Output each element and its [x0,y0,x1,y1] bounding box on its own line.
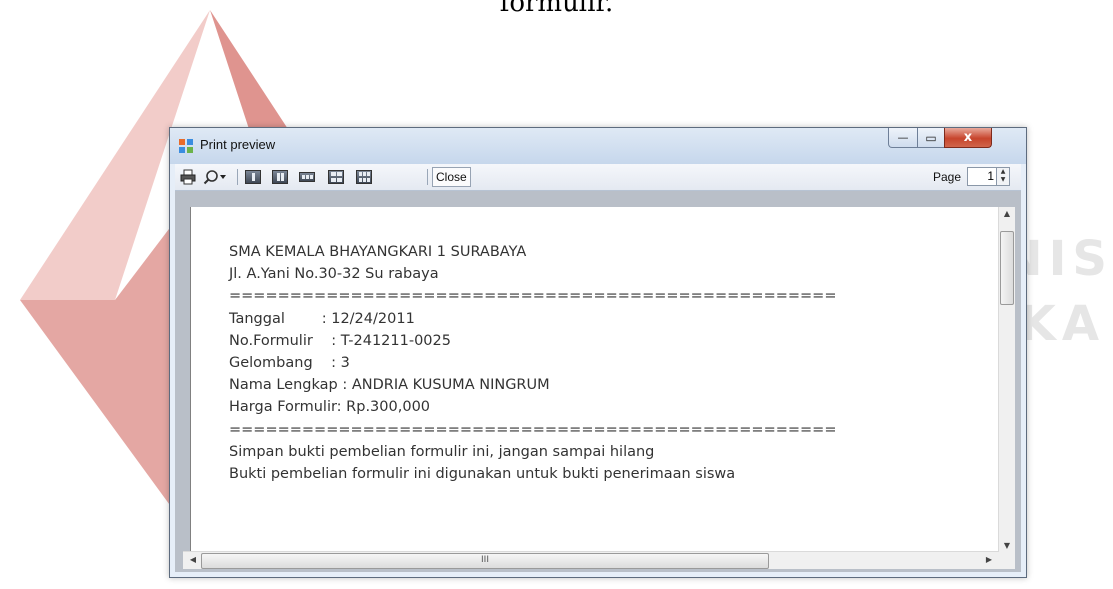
resize-grip[interactable] [999,552,1015,569]
toolbar-separator [237,169,238,185]
preview-page: SMA KEMALA BHAYANGKARI 1 SURABAYA Jl. A.Y… [190,207,999,552]
four-pages-button[interactable] [326,168,346,186]
toolbar: Close Page 1 ▲ ▼ [175,164,1021,191]
two-pages-button[interactable] [270,168,290,186]
vertical-scrollbar[interactable]: ▲ ▼ [998,207,1015,552]
three-pages-button[interactable] [297,168,317,186]
four-pages-icon [328,170,344,184]
minimize-button[interactable]: — [888,128,918,148]
receipt-no-formulir: No.Formulir : T-241211-0025 [229,332,451,349]
page-spinner[interactable]: ▲ ▼ [997,167,1010,186]
receipt-divider: ========================================… [229,288,837,305]
vertical-scroll-thumb[interactable] [1000,231,1014,305]
horizontal-scrollbar[interactable]: ◀ III ▶ [183,551,999,569]
one-page-button[interactable] [243,168,263,186]
receipt-harga: Harga Formulir: Rp.300,000 [229,399,431,416]
receipt-address: Jl. A.Yani No.30-32 Su rabaya [229,266,439,283]
printer-icon [180,169,196,185]
scroll-down-icon[interactable]: ▼ [999,541,1015,550]
print-preview-app-icon [179,139,193,153]
three-pages-icon [299,172,315,182]
maximize-button[interactable]: ▭ [917,128,945,148]
receipt-divider: ========================================… [229,421,837,438]
chevron-down-icon [220,175,226,179]
scroll-right-icon[interactable]: ▶ [981,555,997,564]
spin-down-icon[interactable]: ▼ [997,176,1009,184]
horizontal-scroll-thumb[interactable]: III [201,553,769,569]
scroll-left-icon[interactable]: ◀ [185,555,201,564]
spin-up-icon[interactable]: ▲ [997,168,1009,176]
receipt-text: SMA KEMALA BHAYANGKARI 1 SURABAYA Jl. A.Y… [229,241,836,485]
receipt-gelombang: Gelombang : 3 [229,355,350,372]
receipt-nama: Nama Lengkap : ANDRIA KUSUMA NINGRUM [229,377,550,394]
receipt-tanggal: Tanggal : 12/24/2011 [229,310,415,327]
one-page-icon [245,170,261,184]
window-title: Print preview [200,137,276,152]
close-preview-button[interactable]: Close [432,167,471,187]
preview-canvas: SMA KEMALA BHAYANGKARI 1 SURABAYA Jl. A.Y… [175,191,1021,572]
receipt-school: SMA KEMALA BHAYANGKARI 1 SURABAYA [229,244,527,260]
two-pages-icon [272,170,288,184]
minimize-icon: — [897,131,909,144]
window-close-button[interactable]: x [944,128,992,148]
receipt-note1: Simpan bukti pembelian formulir ini, jan… [229,443,655,460]
page-number-input[interactable]: 1 [967,167,997,186]
six-pages-button[interactable] [354,168,374,186]
receipt-note2: Bukti pembelian formulir ini digunakan u… [229,466,736,483]
scroll-up-icon[interactable]: ▲ [999,209,1015,218]
zoom-dropdown[interactable] [199,168,231,186]
title-bar[interactable]: Print preview — ▭ x [170,128,1026,164]
close-icon: x [963,130,973,145]
grip-icon: III [481,555,489,565]
zoom-icon [203,170,218,185]
maximize-icon: ▭ [925,130,937,145]
page-label: Page [933,170,962,184]
print-preview-window: Print preview — ▭ x Close Page 1 ▲ ▼ SMA… [169,127,1027,578]
document-caption: formulir. [499,0,614,18]
print-button[interactable] [179,168,197,186]
six-pages-icon [356,170,372,184]
toolbar-separator [427,169,428,185]
